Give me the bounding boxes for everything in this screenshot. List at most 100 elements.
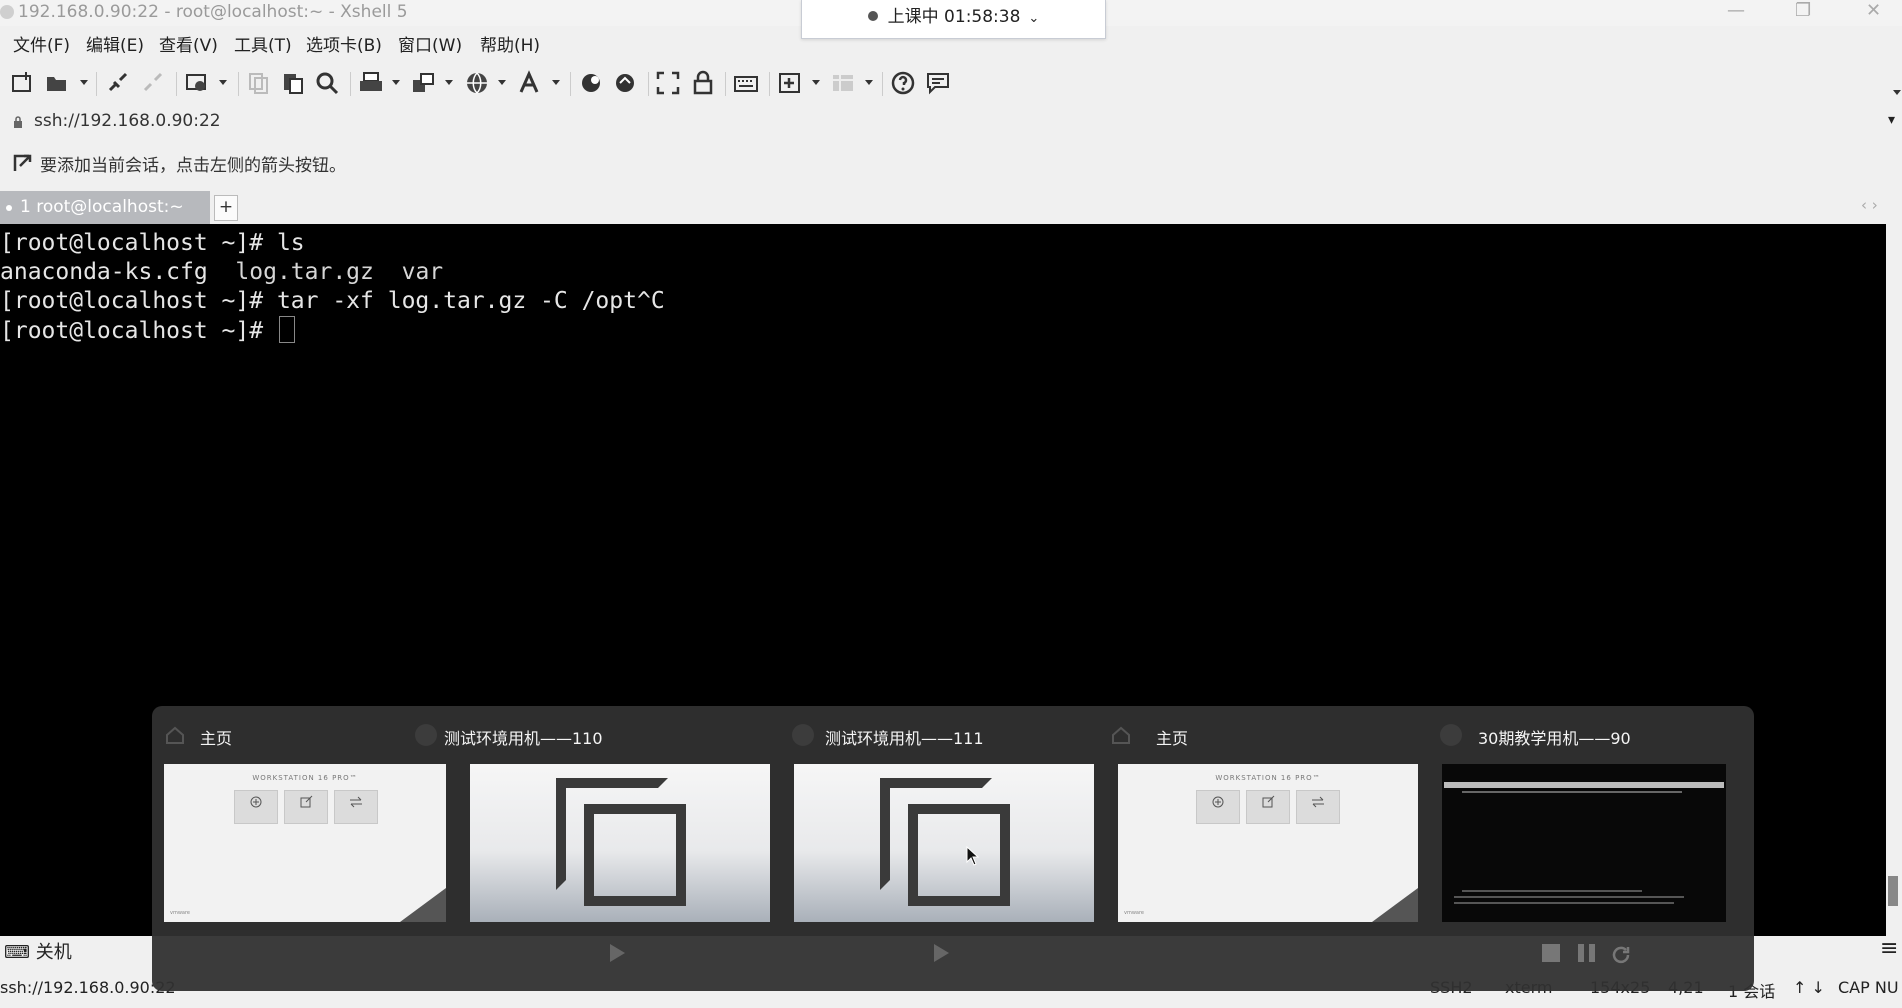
corner-decoration [1372,888,1418,922]
refresh-icon[interactable] [1610,944,1632,966]
card-thumbnail-vm-111[interactable] [794,764,1094,922]
hint-text: 要添加当前会话，点击左侧的箭头按钮。 [40,156,346,176]
shutdown-label[interactable]: ⌨ 关机 [4,938,72,964]
chevron-down-icon[interactable]: ⌄ [1028,11,1039,26]
transfer-icon[interactable] [410,70,436,96]
xmanager-icon[interactable] [612,70,638,96]
fullscreen-icon[interactable] [655,70,681,96]
terminal-line: [root@localhost ~]# tar -xf log.tar.gz -… [0,288,665,314]
keyboard-icon[interactable] [733,70,759,96]
status-dot-icon [6,205,12,211]
layout-icon[interactable] [830,70,856,96]
vertical-scrollbar[interactable] [1886,224,1902,936]
reconnect-icon[interactable] [184,70,210,96]
connect-server-icon [1296,790,1340,824]
scroll-arrows-icon[interactable]: ↑ ↓ [1793,978,1825,997]
timer-label: 上课中 01:58:38 [887,7,1021,27]
menu-file[interactable]: 文件(F) [13,34,70,58]
vm-logo [908,804,1010,906]
card-title: 测试环境用机——110 [444,729,603,748]
print-icon[interactable] [358,70,384,96]
recording-dot-icon [867,11,878,21]
add-session-arrow-icon[interactable] [12,152,34,174]
chevron-down-icon[interactable] [552,80,560,85]
chevron-down-icon[interactable] [80,80,88,85]
tab-scroll-arrows-icon[interactable]: ‹ › [1861,196,1878,214]
menu-edit[interactable]: 编辑(E) [86,34,144,58]
card-thumbnail-vm-90[interactable] [1442,764,1726,922]
find-icon[interactable] [314,70,340,96]
terminal-line: anaconda-ks.cfg log.tar.gz var [0,259,444,285]
create-vm-icon [1196,790,1240,824]
menu-icon[interactable]: ≡ [1880,936,1898,961]
chevron-down-icon[interactable] [445,80,453,85]
disconnect-icon[interactable] [140,70,166,96]
grub-entry [1462,791,1682,793]
card-thumbnail-vm-110[interactable] [470,764,770,922]
card-thumbnail-home[interactable]: WORKSTATION 16 PRO™ vmware [164,764,446,922]
grub-highlight [1444,782,1724,788]
divider [350,72,351,96]
play-icon[interactable] [934,944,949,962]
directory-entry: var [401,259,444,285]
divider [176,72,177,96]
grub-footer [1454,896,1684,898]
keyboard-icon: ⌨ [4,942,30,963]
open-folder-icon[interactable] [44,70,70,96]
connect-icon[interactable] [105,70,131,96]
xftp-icon[interactable] [578,70,604,96]
menu-tools[interactable]: 工具(T) [234,34,292,58]
chevron-down-icon[interactable] [1893,90,1901,95]
chevron-down-icon[interactable]: ▾ [1888,112,1895,128]
paste-icon[interactable] [280,70,306,96]
globe-icon[interactable] [464,70,490,96]
address-field[interactable]: ssh://192.168.0.90:22 [34,111,221,131]
divider [769,72,770,96]
vm-icon [792,724,814,746]
pause-icon[interactable] [1578,944,1596,962]
card-thumbnail-home[interactable]: WORKSTATION 16 PRO™ vmware [1118,764,1418,922]
menu-window[interactable]: 窗口(W) [398,34,462,58]
chevron-down-icon[interactable] [812,80,820,85]
chevron-down-icon[interactable] [392,80,400,85]
menu-help[interactable]: 帮助(H) [480,34,540,58]
vm-icon [415,724,437,746]
help-icon[interactable] [890,70,916,96]
copy-icon[interactable] [246,70,272,96]
tab-bar: 1 root@localhost:~ + ‹ › [0,191,1902,224]
vmware-logo: vmware [170,910,191,916]
grub-footer [1462,890,1642,892]
font-icon[interactable] [517,70,543,96]
stop-icon[interactable] [1542,944,1560,962]
chat-icon[interactable] [925,70,951,96]
card-title: 30期教学用机——90 [1478,729,1631,748]
add-session-icon[interactable] [777,70,803,96]
chevron-down-icon[interactable] [865,80,873,85]
menu-view[interactable]: 查看(V) [159,34,218,58]
close-button[interactable]: ✕ [1866,0,1881,22]
card-title: 测试环境用机——111 [825,729,984,748]
new-session-icon[interactable] [10,70,36,96]
toolbar [0,68,1902,100]
lock-icon [14,116,22,128]
chevron-down-icon[interactable] [219,80,227,85]
divider [96,72,97,96]
play-icon[interactable] [610,944,625,962]
home-icon [1112,726,1130,744]
address-bar: ssh://192.168.0.90:22 ▾ [0,108,1902,136]
terminal-prompt: [root@localhost ~]# [0,316,295,345]
tab-label: 1 root@localhost:~ [20,197,184,217]
restore-button[interactable]: ❐ [1795,0,1811,22]
tab-session-1[interactable]: 1 root@localhost:~ [0,191,210,224]
divider [648,72,649,96]
menu-tabs[interactable]: 选项卡(B) [306,34,382,58]
lock-icon[interactable] [690,70,716,96]
archive-file: log.tar.gz [235,259,374,285]
terminal-line: [root@localhost ~]# ls [0,230,305,256]
scrollbar-thumb[interactable] [1888,876,1898,906]
mouse-cursor-icon [966,846,980,866]
new-tab-button[interactable]: + [214,195,238,221]
chevron-down-icon[interactable] [498,80,506,85]
minimize-button[interactable]: — [1727,0,1745,22]
caps-indicator: CAP NU [1838,978,1899,997]
